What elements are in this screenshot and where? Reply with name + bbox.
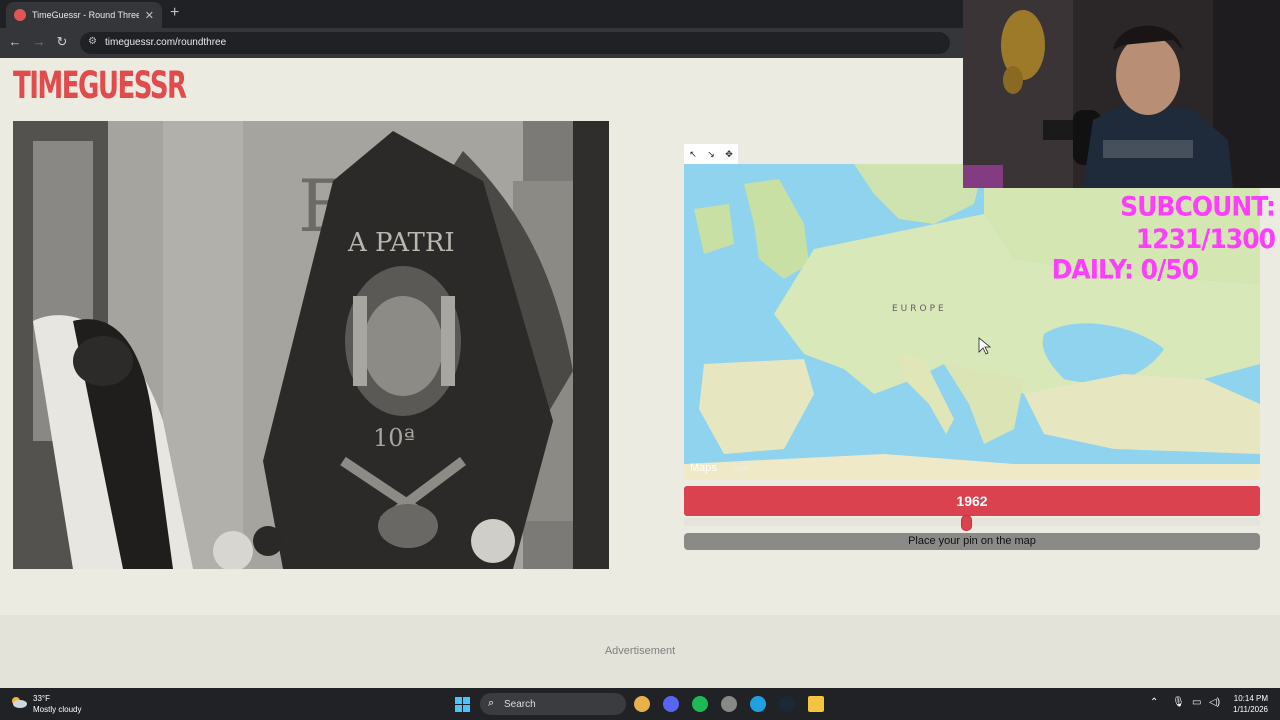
round-photo: ER A PATRI 10ª — [13, 121, 609, 569]
maps-legal-link[interactable]: Legal — [733, 466, 748, 472]
year-slider-thumb[interactable] — [960, 515, 972, 531]
edge-icon[interactable] — [750, 696, 766, 712]
file-explorer-icon[interactable] — [808, 696, 824, 712]
windows-start-icon[interactable] — [455, 697, 470, 712]
back-button[interactable]: ← — [6, 34, 24, 49]
favicon-icon — [14, 9, 26, 21]
volume-icon[interactable]: ◁) — [1209, 697, 1220, 708]
forward-button[interactable]: → — [30, 34, 48, 49]
microphone-icon[interactable]: 🎙︎ — [1172, 697, 1185, 708]
daily-goal: DAILY: 0/50 — [1051, 254, 1199, 285]
webcam-feed — [963, 0, 1280, 188]
reload-button[interactable]: ↻ — [53, 34, 71, 50]
ad-label: Advertisement — [604, 645, 676, 657]
map-toolbar: ↖ ↘ ✥ — [684, 144, 738, 164]
browser-tab[interactable]: TimeGuessr - Round Three ✕ — [6, 2, 162, 28]
obs-icon[interactable] — [721, 696, 737, 712]
weather-temp[interactable]: 33°F — [33, 694, 50, 703]
discord-icon[interactable] — [663, 696, 679, 712]
clock-date[interactable]: 1/11/2026 — [1222, 705, 1268, 714]
year-display: 1962 — [684, 486, 1260, 516]
cloudy-weather-icon[interactable] — [10, 695, 28, 709]
move-map-icon[interactable]: ✥ — [725, 149, 733, 160]
ad-banner: Advertisement — [0, 615, 1280, 688]
chrome-icon[interactable] — [634, 696, 650, 712]
site-info-icon[interactable]: ⚙ — [88, 36, 97, 47]
svg-text:A PATRI: A PATRI — [347, 228, 455, 258]
map-region-label: EUROPE — [892, 304, 947, 314]
steam-icon[interactable] — [779, 696, 795, 712]
search-label: Search — [504, 699, 536, 710]
windows-taskbar: 33°F Mostly cloudy ⌕ Search ⌃ 🎙︎ ▭ ◁) 10… — [0, 688, 1280, 720]
url-text: timeguessr.com/roundthree — [105, 37, 227, 48]
shrink-map-icon[interactable]: ↖ — [689, 149, 697, 160]
apple-maps-logo: Maps — [690, 462, 717, 474]
close-tab-icon[interactable]: ✕ — [145, 9, 154, 22]
stream-goals-overlay: SUBCOUNT: 1231/1300 DAILY: 0/50 — [990, 191, 1276, 285]
url-field[interactable]: ⚙ timeguessr.com/roundthree — [80, 32, 950, 54]
taskbar-search[interactable]: ⌕ Search — [480, 693, 626, 715]
network-icon[interactable]: ▭ — [1192, 697, 1201, 708]
search-icon: ⌕ — [488, 697, 495, 709]
svg-text:10ª: 10ª — [373, 424, 415, 452]
tab-title: TimeGuessr - Round Three — [32, 10, 139, 20]
maps-brand-text: Maps — [690, 462, 717, 474]
weather-condition[interactable]: Mostly cloudy — [33, 705, 81, 714]
year-slider-track[interactable] — [684, 518, 1260, 526]
site-logo[interactable]: TIMEGUESSR — [13, 66, 187, 127]
expand-map-icon[interactable]: ↘ — [707, 149, 715, 160]
chevron-up-icon[interactable]: ⌃ — [1150, 697, 1158, 708]
spotify-icon[interactable] — [692, 696, 708, 712]
place-pin-button[interactable]: Place your pin on the map — [684, 533, 1260, 550]
subcount-goal: SUBCOUNT: 1231/1300 — [1120, 191, 1276, 255]
new-tab-button[interactable]: + — [170, 4, 179, 22]
clock-time[interactable]: 10:14 PM — [1228, 694, 1268, 703]
